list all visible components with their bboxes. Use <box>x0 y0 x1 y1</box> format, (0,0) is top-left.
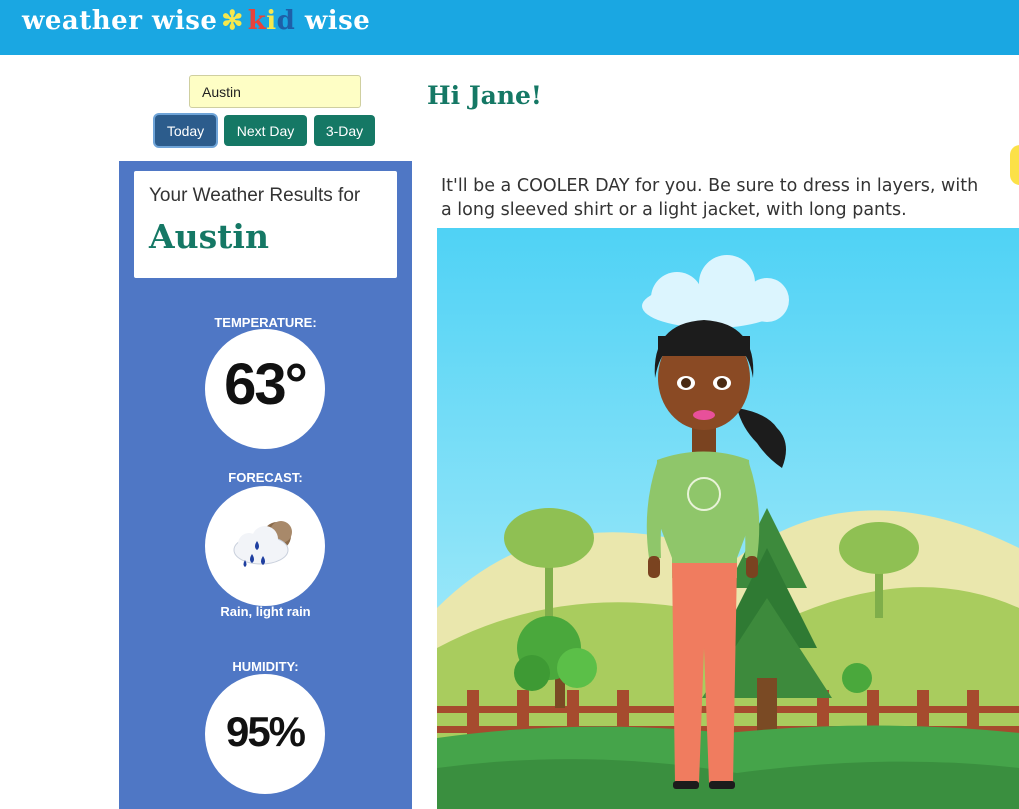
temperature-label: TEMPERATURE: <box>214 315 317 330</box>
logo-kid-letter-k: k <box>247 6 267 36</box>
logo-wise: wise <box>304 6 371 36</box>
clothing-advice: It'll be a COOLER DAY for you. Be sure t… <box>441 176 979 220</box>
scene-illustration <box>437 228 1019 809</box>
weather-panel: Your Weather Results for Austin TEMPERAT… <box>119 161 412 809</box>
three-day-button[interactable]: 3-Day <box>314 115 375 146</box>
logo-kid-letter-i: i <box>266 6 277 36</box>
outfit-scene <box>437 228 1019 809</box>
logo-star-icon: ✻ <box>221 6 244 36</box>
app-header: weather wise ✻ kid wise <box>0 0 1019 55</box>
sun-icon <box>1010 145 1019 185</box>
today-button[interactable]: Today <box>155 115 216 146</box>
humidity-circle: 95% <box>205 674 325 794</box>
results-label: Your Weather Results for <box>149 185 361 206</box>
results-card: Your Weather Results for Austin <box>134 171 397 278</box>
city-search-input[interactable] <box>189 75 361 108</box>
next-day-button[interactable]: Next Day <box>224 115 307 146</box>
humidity-value: 95% <box>225 708 306 755</box>
forecast-circle <box>205 486 325 606</box>
temperature-value: 63° <box>224 352 308 417</box>
logo-kid-letter-d: d <box>276 6 296 36</box>
rain-cloud-icon <box>233 521 292 567</box>
forecast-description: Rain, light rain <box>220 604 311 619</box>
humidity-label: HUMIDITY: <box>232 659 299 674</box>
forecast-label: FORECAST: <box>228 470 303 485</box>
results-city: Austin <box>149 217 269 256</box>
logo[interactable]: weather wise ✻ kid wise <box>22 6 370 36</box>
logo-weather-wise: weather wise <box>22 6 218 36</box>
temperature-circle: 63° <box>205 329 325 449</box>
greeting: Hi Jane! <box>427 81 542 110</box>
